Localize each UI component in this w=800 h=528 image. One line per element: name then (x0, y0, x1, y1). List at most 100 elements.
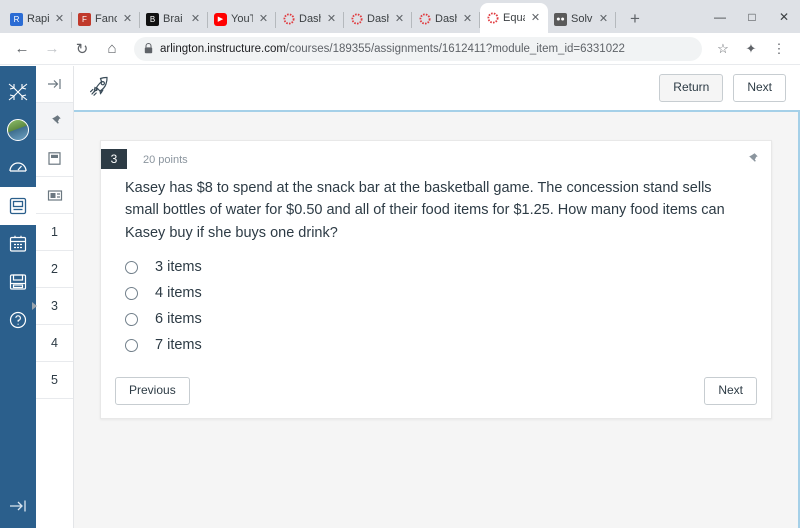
solver-icon: ●● (554, 12, 567, 26)
question-footer: Previous Next (101, 364, 771, 418)
next-button[interactable]: Next (704, 377, 757, 405)
question-points: 20 points (143, 154, 188, 166)
tab-title: Equa (503, 12, 525, 24)
answer-option[interactable]: 7 items (125, 332, 747, 358)
help-icon[interactable] (0, 301, 36, 339)
rocket-icon (88, 74, 112, 102)
maximize-button[interactable]: □ (736, 0, 768, 33)
answer-label: 4 items (155, 285, 202, 302)
answer-label: 3 items (155, 259, 202, 276)
tab-title: Dash (435, 13, 457, 25)
question-number-badge: 3 (101, 149, 127, 169)
tab-title: Dash (299, 13, 321, 25)
lock-icon (144, 43, 153, 54)
bookmark-star-icon[interactable]: ☆ (710, 36, 736, 62)
close-icon[interactable]: ✕ (257, 13, 270, 26)
close-icon[interactable]: ✕ (529, 12, 542, 25)
question-nav-2[interactable]: 2 (36, 251, 73, 288)
quiz-app-bar: Return Next (74, 66, 800, 110)
previous-button[interactable]: Previous (115, 377, 190, 405)
close-icon[interactable]: ✕ (53, 13, 66, 26)
canvas-icon (350, 13, 363, 26)
quiz-area: 3 20 points Kasey has $8 to spend at the… (74, 110, 800, 528)
tab-title: Rapi (27, 13, 49, 25)
new-tab-button[interactable]: + (622, 6, 648, 32)
answer-option[interactable]: 3 items (125, 254, 747, 280)
tab-title: Dash (367, 13, 389, 25)
question-nav-4[interactable]: 4 (36, 325, 73, 362)
question-text: Kasey has $8 to spend at the snack bar a… (125, 180, 725, 241)
browser-tab[interactable]: R Rapi ✕ (4, 5, 72, 33)
fancy-icon: F (78, 12, 91, 26)
close-icon[interactable]: ✕ (325, 13, 338, 26)
calendar-icon[interactable] (0, 225, 36, 263)
browser-tab[interactable]: ▶ YouT ✕ (208, 5, 276, 33)
window-close-button[interactable]: ✕ (768, 0, 800, 33)
dashboard-icon[interactable] (0, 149, 36, 187)
browser-toolbar: ← → ↻ ⌂ arlington.instructure.com/course… (0, 33, 800, 65)
sidebar-item-courses[interactable] (0, 187, 36, 225)
close-icon[interactable]: ✕ (121, 13, 134, 26)
inbox-icon[interactable] (0, 263, 36, 301)
question-nav-5[interactable]: 5 (36, 362, 73, 399)
close-icon[interactable]: ✕ (597, 13, 610, 26)
header-next-button[interactable]: Next (733, 74, 786, 102)
brainly-icon: B (146, 12, 159, 26)
expand-nav-button[interactable] (0, 498, 36, 514)
url-host: arlington.instructure.com (160, 42, 286, 55)
browser-tab[interactable]: Dash ✕ (412, 5, 480, 33)
answer-option[interactable]: 6 items (125, 306, 747, 332)
return-button[interactable]: Return (659, 74, 724, 102)
question-body: Kasey has $8 to spend at the snack bar a… (101, 173, 771, 364)
reload-button[interactable]: ↻ (68, 35, 96, 63)
collapse-rail-button[interactable] (36, 66, 73, 103)
question-nav-3[interactable]: 3 (36, 288, 73, 325)
account-avatar[interactable] (0, 111, 36, 149)
browser-window: R Rapi ✕ F Fanc ✕ B Brai ✕ ▶ YouT ✕ Dash… (0, 0, 800, 528)
url-text: arlington.instructure.com/courses/189355… (160, 43, 625, 55)
browser-menu-icon[interactable]: ⋮ (766, 36, 792, 62)
close-icon[interactable]: ✕ (461, 13, 474, 26)
browser-tab[interactable]: Dash ✕ (344, 5, 412, 33)
forward-button[interactable]: → (38, 35, 66, 63)
canvas-global-nav (0, 66, 36, 528)
tab-title: YouT (231, 13, 253, 25)
url-path: /courses/189355/assignments/1612411?modu… (285, 42, 625, 55)
question-card: 3 20 points Kasey has $8 to spend at the… (100, 140, 772, 419)
browser-tab[interactable]: ●● Solv ✕ (548, 5, 616, 33)
canvas-icon (418, 13, 431, 26)
radio-button[interactable] (125, 312, 138, 326)
question-nav-1[interactable]: 1 (36, 214, 73, 251)
address-bar[interactable]: arlington.instructure.com/courses/189355… (134, 36, 702, 61)
browser-tab[interactable]: F Fanc ✕ (72, 5, 140, 33)
browser-tab[interactable]: Dash ✕ (276, 5, 344, 33)
close-icon[interactable]: ✕ (189, 13, 202, 26)
pin-rail-button[interactable] (36, 103, 73, 140)
main-content: Return Next 3 20 points Kasey has $8 to … (74, 66, 800, 528)
close-icon[interactable]: ✕ (393, 13, 406, 26)
radio-button[interactable] (125, 286, 138, 300)
avatar (7, 119, 29, 141)
radio-button[interactable] (125, 260, 138, 274)
radio-button[interactable] (125, 338, 138, 352)
tab-title: Brai (163, 13, 183, 25)
canvas-logo-icon[interactable] (0, 73, 36, 111)
answer-option[interactable]: 4 items (125, 280, 747, 306)
youtube-icon: ▶ (214, 12, 227, 26)
pushpin-icon[interactable] (745, 152, 759, 168)
extensions-icon[interactable]: ✦ (738, 36, 764, 62)
answer-label: 7 items (155, 337, 202, 354)
canvas-icon (486, 12, 499, 25)
browser-tab-active[interactable]: Equa ✕ (480, 3, 548, 33)
browser-tab[interactable]: B Brai ✕ (140, 5, 208, 33)
page-view-button[interactable] (36, 140, 73, 177)
back-button[interactable]: ← (8, 35, 36, 63)
minimize-button[interactable]: — (704, 0, 736, 33)
window-controls: — □ ✕ (704, 0, 800, 33)
page-content: 1 2 3 4 5 Return Next 3 20 points Kasey … (0, 66, 800, 528)
home-button[interactable]: ⌂ (98, 35, 126, 63)
rapid-icon: R (10, 12, 23, 26)
list-view-button[interactable] (36, 177, 73, 214)
tab-title: Fanc (95, 13, 117, 25)
tab-title: Solv (571, 13, 593, 25)
